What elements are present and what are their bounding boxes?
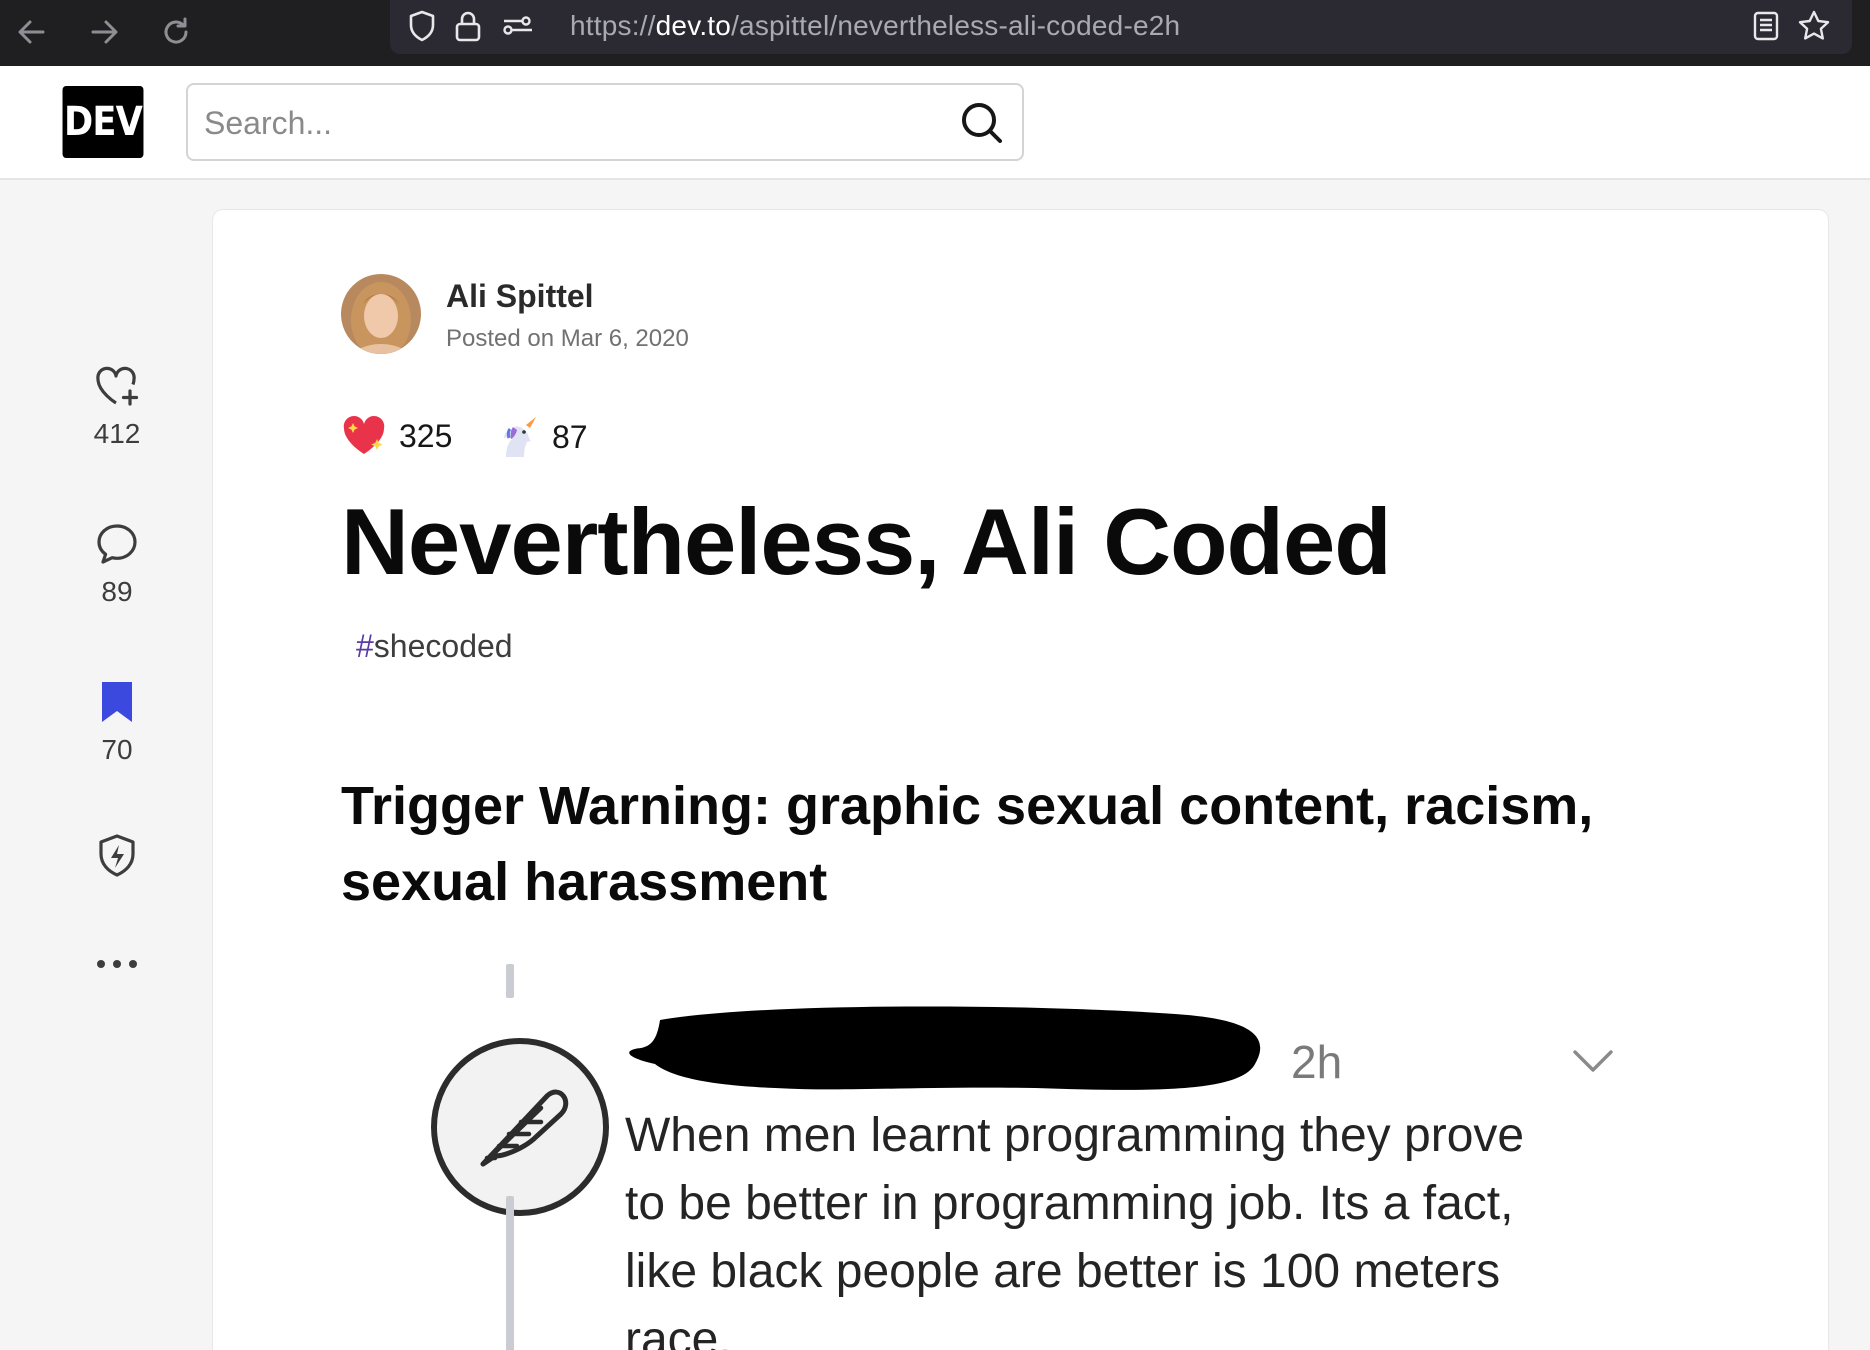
comment-timestamp: 2h [1291,1036,1343,1088]
comment-text: When men learnt programming they prove t… [625,1109,1525,1350]
tag-label: shecoded [373,628,513,664]
url-scheme: https:// [570,10,656,41]
sparkle-heart-icon [343,416,385,454]
comment-icon [97,524,137,564]
like-count: 412 [93,418,141,449]
dev-logo[interactable]: DEV [62,86,144,158]
chevron-down-icon [1571,1048,1615,1079]
url-path: /aspittel/nevertheless-ali-coded-e2h [731,10,1181,41]
site-header: DEV [0,66,1870,180]
reaction-unicorn[interactable]: 87 [496,415,588,459]
heart-plus-icon [96,366,139,406]
shield-icon[interactable] [404,8,440,44]
url-host: dev.to [655,10,732,41]
shield-bolt-icon [99,834,135,877]
posted-date: Posted on Mar 6, 2020 [446,325,689,352]
unicorn-icon [504,417,536,457]
ellipsis-icon [97,960,137,968]
reload-icon[interactable] [150,6,202,58]
save-count: 70 [101,734,133,765]
embedded-comment-screenshot: 2h When men learnt programming they prov… [393,950,1693,1350]
author-name[interactable]: Ali Spittel [446,278,594,315]
redacted-username [629,1006,1261,1090]
browser-toolbar: https://dev.to/aspittel/nevertheless-ali… [0,0,1870,66]
thread-line [506,1196,514,1350]
lock-icon[interactable] [450,8,486,44]
reader-mode-icon[interactable] [1748,8,1784,44]
tag-shecoded[interactable]: #shecoded [356,628,513,665]
report-button[interactable] [62,833,172,879]
permissions-icon[interactable] [500,8,536,44]
tag-hash: # [356,628,374,664]
search-input[interactable] [204,95,944,151]
avatar[interactable] [341,274,421,354]
comment-count: 89 [101,576,133,607]
quill-avatar-icon [431,1038,609,1216]
bookmark-icon [102,682,132,722]
comments-button[interactable]: 89 [62,522,172,608]
back-icon[interactable] [6,6,58,58]
reaction-count: 87 [552,418,588,455]
reaction-sparkle-heart[interactable]: 325 [341,415,452,457]
trigger-warning-heading: Trigger Warning: graphic sexual content,… [341,776,1594,912]
reaction-count: 325 [399,417,453,454]
like-button[interactable]: 412 [62,364,172,450]
address-bar[interactable]: https://dev.to/aspittel/nevertheless-ali… [390,0,1852,54]
bookmark-star-icon[interactable] [1796,8,1832,44]
more-options-button[interactable] [62,958,172,970]
article-title: Nevertheless, Ali Coded [341,489,1392,594]
article-card: Ali Spittel Posted on Mar 6, 2020 325 87… [213,210,1828,1350]
forward-icon[interactable] [78,6,130,58]
url-text[interactable]: https://dev.to/aspittel/nevertheless-ali… [570,10,1180,42]
thread-line [506,964,514,998]
save-button[interactable]: 70 [62,680,172,766]
search-box[interactable] [186,83,1024,161]
search-icon[interactable] [956,97,1008,149]
